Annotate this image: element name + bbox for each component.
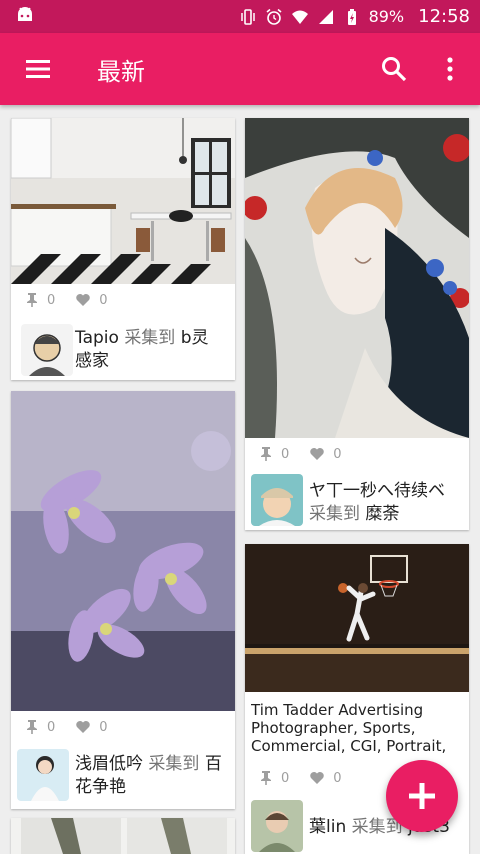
search-icon[interactable]: [380, 55, 408, 83]
pin-card[interactable]: [11, 818, 235, 854]
pin-icon: [261, 771, 271, 785]
pin-image[interactable]: [245, 118, 469, 438]
pin-count: 0: [47, 719, 56, 735]
pin-image[interactable]: [11, 818, 235, 854]
pin-count: 0: [281, 770, 290, 786]
pin-count: 0: [281, 446, 290, 462]
pin-icon: [261, 447, 271, 461]
signal-icon: [318, 9, 333, 24]
clock: 12:58: [418, 6, 470, 27]
pin-card[interactable]: 0 0 浅眉低吟 采集到 百花争艳: [11, 391, 235, 809]
pin-icon: [27, 720, 37, 734]
battery-level: 89%: [368, 7, 405, 26]
pin-caption: Tapio 采集到 b灵感家: [75, 327, 225, 373]
pin-stats: 0 0: [25, 719, 108, 735]
app-bar: 最新: [0, 33, 480, 105]
collect-label: 采集到: [124, 328, 176, 348]
user-name[interactable]: 浅眉低吟: [75, 754, 143, 774]
pin-count: 0: [47, 292, 56, 308]
pin-image[interactable]: [11, 391, 235, 711]
user-name[interactable]: 葉lin: [309, 817, 346, 837]
heart-icon: [310, 772, 325, 784]
user-avatar[interactable]: [17, 749, 69, 801]
like-count: 0: [99, 292, 108, 308]
pin-caption: 浅眉低吟 采集到 百花争艳: [75, 753, 225, 799]
pin-card[interactable]: 0 0 Tapio 采集到 b灵感家: [11, 118, 235, 380]
pin-image[interactable]: [11, 118, 235, 284]
heart-icon: [76, 721, 91, 733]
status-bar: 89% 12:58: [0, 0, 480, 33]
more-options-icon[interactable]: [436, 55, 464, 83]
heart-icon: [76, 294, 91, 306]
pin-stats: 0 0: [259, 770, 342, 786]
user-avatar[interactable]: [21, 324, 73, 376]
alarm-icon: [266, 8, 282, 25]
pin-image[interactable]: [245, 544, 469, 692]
heart-icon: [310, 448, 325, 460]
add-pin-button[interactable]: [386, 760, 458, 832]
pin-card[interactable]: 0 0 ヤ丅一秒へ待续ベ 采集到 糜荼: [245, 118, 469, 530]
pin-stats: 0 0: [259, 446, 342, 462]
vibrate-icon: [240, 8, 255, 25]
user-name[interactable]: ヤ丅一秒へ待续ベ: [309, 481, 445, 501]
user-avatar[interactable]: [251, 800, 303, 852]
pin-icon: [27, 293, 37, 307]
pin-caption: ヤ丅一秒へ待续ベ 采集到 糜荼: [309, 480, 467, 526]
collect-label: 采集到: [309, 504, 360, 524]
android-icon: [18, 7, 32, 21]
like-count: 0: [333, 770, 342, 786]
wifi-icon: [291, 10, 308, 24]
like-count: 0: [333, 446, 342, 462]
board-name[interactable]: 糜荼: [365, 504, 399, 524]
plus-icon: [409, 783, 435, 809]
user-avatar[interactable]: [251, 474, 303, 526]
pin-description: Tim Tadder Advertising Photographer, Spo…: [251, 701, 447, 755]
page-title: 最新: [97, 58, 145, 86]
like-count: 0: [99, 719, 108, 735]
battery-charging-icon: [347, 8, 356, 25]
collect-label: 采集到: [148, 754, 200, 774]
pin-stats: 0 0: [25, 292, 108, 308]
user-name[interactable]: Tapio: [75, 328, 119, 348]
menu-icon[interactable]: [24, 57, 52, 81]
